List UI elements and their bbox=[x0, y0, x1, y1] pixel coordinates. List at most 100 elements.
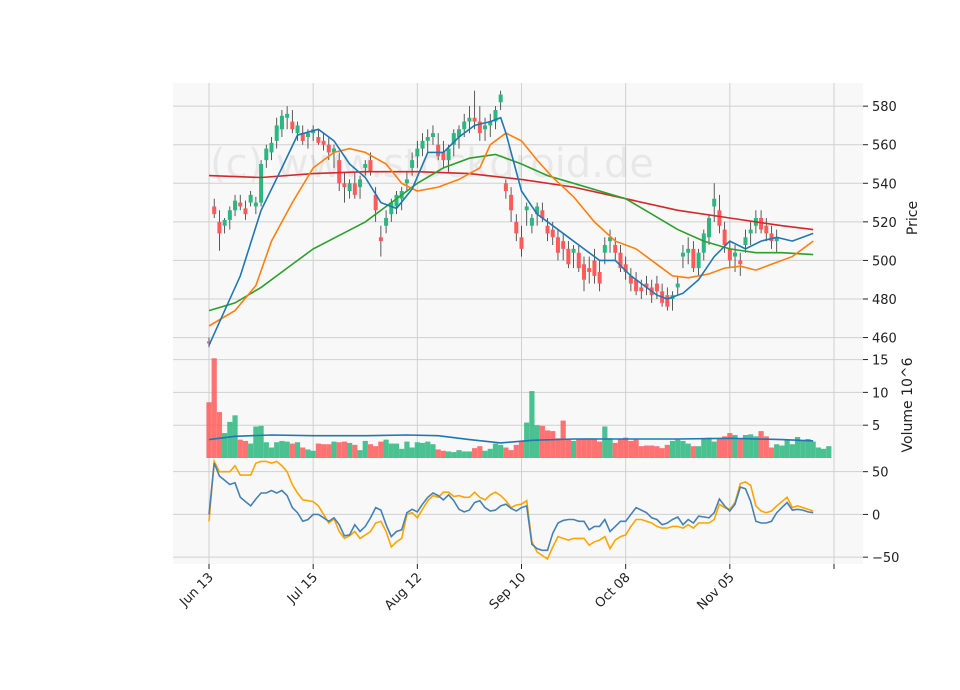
y-tick-label: 5 bbox=[872, 419, 880, 434]
volume-bar bbox=[602, 426, 608, 458]
x-tick-label: Nov 05 bbox=[694, 570, 737, 613]
volume-bar bbox=[685, 443, 691, 458]
volume-bar bbox=[445, 451, 452, 458]
candle-body bbox=[571, 248, 576, 253]
candle-body bbox=[701, 233, 706, 253]
volume-bar bbox=[711, 441, 717, 458]
volume-bar bbox=[784, 439, 790, 458]
volume-bar bbox=[263, 442, 269, 458]
volume-bar bbox=[690, 446, 696, 458]
candle-body bbox=[430, 133, 435, 137]
candle-body bbox=[253, 202, 258, 207]
y-tick-label: 50 bbox=[872, 466, 889, 481]
volume-y-axis: 5 10 15 bbox=[863, 354, 889, 434]
candle-body bbox=[696, 252, 701, 269]
y-tick-label: 540 bbox=[872, 177, 897, 192]
volume-bar bbox=[393, 443, 400, 458]
volume-bar bbox=[461, 451, 467, 458]
x-tick-label: Sep 10 bbox=[487, 570, 530, 613]
volume-bar bbox=[706, 437, 712, 458]
volume-bar bbox=[227, 421, 233, 458]
volume-bar bbox=[758, 431, 764, 458]
candle-body bbox=[665, 295, 670, 307]
volume-bar bbox=[534, 425, 540, 458]
candle-body bbox=[503, 183, 508, 191]
x-tick-label: Jul 15 bbox=[284, 570, 321, 607]
volume-bar bbox=[399, 448, 405, 458]
volume-bar bbox=[216, 412, 223, 458]
volume-bar bbox=[404, 441, 410, 458]
volume-bar bbox=[612, 442, 618, 458]
candle-body bbox=[352, 183, 357, 195]
candle-body bbox=[410, 160, 415, 168]
candle-body bbox=[347, 183, 352, 191]
volume-bar bbox=[242, 440, 249, 458]
candle-body bbox=[639, 287, 644, 292]
volume-bar bbox=[300, 447, 306, 458]
volume-bar bbox=[310, 450, 316, 458]
candle-body bbox=[384, 218, 389, 226]
candle-body bbox=[691, 248, 696, 269]
volume-bar bbox=[748, 434, 754, 458]
volume-bar bbox=[722, 436, 728, 458]
volume-bar bbox=[716, 438, 723, 458]
y-tick-label: 460 bbox=[872, 332, 897, 347]
volume-bar bbox=[289, 443, 295, 458]
volume-axis-label-text: Volume 10^6 bbox=[900, 357, 916, 452]
volume-axis-label: Volume 10^6 bbox=[900, 357, 916, 452]
candle-body bbox=[592, 260, 597, 276]
candle-body bbox=[509, 194, 514, 211]
volume-bar bbox=[768, 447, 775, 458]
volume-bar bbox=[680, 440, 686, 458]
candle-body bbox=[243, 208, 248, 215]
volume-bar bbox=[253, 426, 259, 458]
candle-body bbox=[675, 283, 680, 288]
volume-bar bbox=[675, 439, 681, 458]
candle-body bbox=[587, 268, 592, 272]
candle-body bbox=[654, 283, 659, 292]
oscillator-panel-background bbox=[173, 458, 863, 564]
volume-bar bbox=[737, 438, 743, 458]
volume-bar bbox=[633, 439, 639, 458]
candle-body bbox=[436, 144, 441, 157]
candle-body bbox=[733, 252, 738, 257]
candle-body bbox=[602, 245, 607, 253]
volume-bar bbox=[378, 441, 384, 458]
volume-bar bbox=[623, 437, 629, 458]
volume-bar bbox=[341, 441, 348, 458]
volume-bar bbox=[237, 439, 243, 458]
volume-bar bbox=[440, 450, 446, 458]
candle-body bbox=[582, 264, 586, 280]
candle-body bbox=[363, 164, 368, 168]
volume-bar bbox=[727, 433, 733, 458]
candle-body bbox=[743, 237, 748, 245]
volume-bar bbox=[425, 441, 431, 458]
volume-bar bbox=[810, 441, 816, 458]
candle-body bbox=[415, 148, 420, 157]
volume-bar bbox=[597, 441, 603, 458]
volume-panel: 5 10 15 Volume 10^6 bbox=[173, 353, 916, 458]
volume-bar bbox=[570, 440, 577, 458]
candle-body bbox=[368, 160, 373, 172]
volume-bar bbox=[789, 444, 795, 458]
candle-body bbox=[321, 140, 326, 145]
candle-body bbox=[680, 252, 685, 257]
y-tick-label: 560 bbox=[872, 139, 897, 154]
candle-body bbox=[467, 117, 472, 122]
volume-bar bbox=[414, 442, 420, 458]
volume-bar bbox=[607, 438, 613, 458]
volume-bar bbox=[617, 438, 624, 458]
y-tick-label: −50 bbox=[872, 551, 899, 566]
candle-body bbox=[550, 229, 555, 238]
volume-bar bbox=[451, 452, 457, 458]
candle-body bbox=[274, 125, 279, 141]
x-tick-label: Oct 08 bbox=[592, 570, 633, 611]
volume-bar bbox=[435, 449, 441, 458]
volume-bar bbox=[581, 438, 587, 458]
candle-body bbox=[462, 121, 467, 130]
volume-bar bbox=[591, 438, 598, 458]
candle-body bbox=[722, 229, 727, 245]
volume-bar bbox=[373, 446, 379, 458]
volume-bar bbox=[294, 442, 301, 458]
candle-body bbox=[285, 113, 290, 118]
